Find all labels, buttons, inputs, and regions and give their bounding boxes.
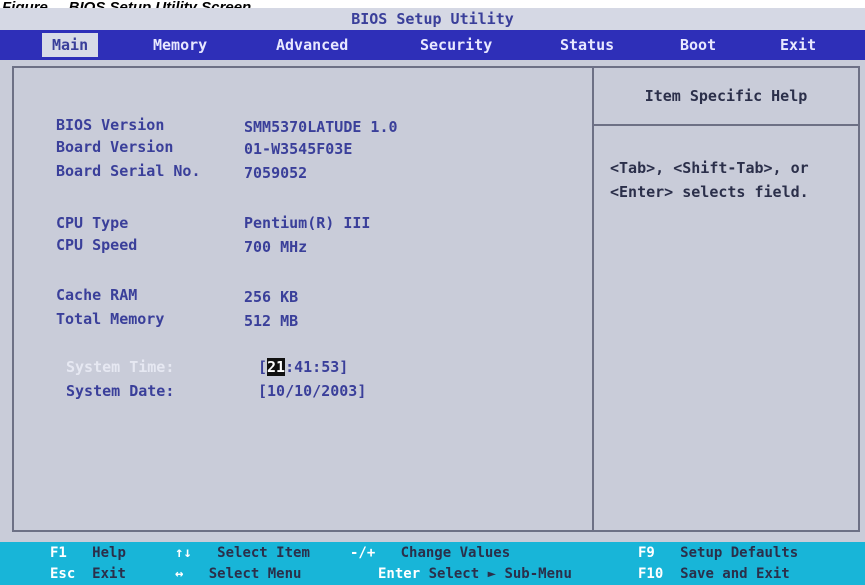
menu-exit[interactable]: Exit (770, 33, 826, 57)
desc-select-submenu: Select ► Sub-Menu (428, 566, 572, 582)
help-panel: Item Specific Help <Tab>, <Shift-Tab>, o… (592, 66, 860, 532)
bios-screen: BIOS Setup Utility Main Memory Advanced … (0, 8, 865, 585)
menu-bar: Main Memory Advanced Security Status Boo… (0, 30, 865, 60)
cpu-type-value: Pentium(R) III (244, 214, 371, 232)
board-serial-value: 7059052 (244, 164, 308, 182)
footer-arrows-leftright: ↔ Select Menu (175, 566, 301, 582)
system-time-hour[interactable]: 21 (267, 358, 286, 376)
cache-ram-label: Cache RAM (56, 286, 138, 304)
desc-setup-defaults: Setup Defaults (680, 545, 799, 561)
total-memory-label: Total Memory (56, 310, 165, 328)
footer-arrows-updown: ↑↓ Select Item (175, 545, 310, 561)
menu-status[interactable]: Status (550, 33, 624, 57)
window-title: BIOS Setup Utility (0, 8, 865, 30)
system-time-open-bracket: [ (258, 358, 268, 376)
board-serial-label: Board Serial No. (56, 162, 201, 180)
main-settings-panel: BIOS Version SMM5370LATUDE 1.0 Board Ver… (12, 66, 596, 532)
cpu-speed-value: 700 MHz (244, 238, 308, 256)
desc-save-and-exit: Save and Exit (680, 566, 790, 582)
key-f1: F1 (50, 545, 67, 561)
desc-change-values: Change Values (400, 545, 511, 561)
bios-version-value: SMM5370LATUDE 1.0 (244, 118, 398, 136)
board-version-value: 01-W3545F03E (244, 140, 353, 158)
bios-version-label: BIOS Version (56, 116, 165, 134)
system-time-label: System Time: (66, 358, 175, 376)
key-updown-arrows: ↑↓ (175, 545, 192, 561)
menu-advanced[interactable]: Advanced (266, 33, 358, 57)
system-date-field[interactable]: [10/10/2003] (258, 382, 366, 400)
key-esc: Esc (50, 566, 76, 582)
key-f9: F9 (638, 545, 655, 561)
system-time-field[interactable]: [21:41:53] (258, 358, 348, 376)
help-title: Item Specific Help (594, 68, 858, 126)
total-memory-value: 512 MB (244, 312, 299, 330)
key-enter: Enter (378, 566, 421, 582)
menu-main[interactable]: Main (42, 33, 99, 57)
help-text: <Tab>, <Shift-Tab>, or <Enter> selects f… (610, 159, 809, 201)
desc-select-menu: Select Menu (208, 566, 302, 582)
cache-ram-value: 256 KB (244, 288, 299, 306)
key-leftright-arrows: ↔ (175, 566, 184, 582)
desc-select-item: Select Item (217, 545, 310, 561)
footer-minus-plus: -/+ Change Values (350, 545, 510, 561)
cpu-speed-label: CPU Speed (56, 236, 138, 254)
menu-memory[interactable]: Memory (143, 33, 217, 57)
footer-f9: F9 Setup Defaults (638, 545, 798, 561)
footer-f10: F10 Save and Exit (638, 566, 790, 582)
footer-key-legend: F1 Help Esc Exit ↑↓ Select Item ↔ Select… (0, 542, 865, 585)
board-version-label: Board Version (56, 138, 174, 156)
key-f10: F10 (638, 566, 664, 582)
key-minus-plus: -/+ (350, 545, 376, 561)
system-date-label: System Date: (66, 382, 175, 400)
system-time-rest: :41:53] (285, 358, 349, 376)
footer-f1: F1 Help (50, 545, 126, 561)
footer-enter: Enter Select ► Sub-Menu (378, 566, 572, 582)
cpu-type-label: CPU Type (56, 214, 129, 232)
menu-security[interactable]: Security (410, 33, 502, 57)
footer-esc: Esc Exit (50, 566, 126, 582)
desc-help: Help (92, 545, 126, 561)
menu-boot[interactable]: Boot (670, 33, 726, 57)
desc-exit: Exit (92, 566, 126, 582)
